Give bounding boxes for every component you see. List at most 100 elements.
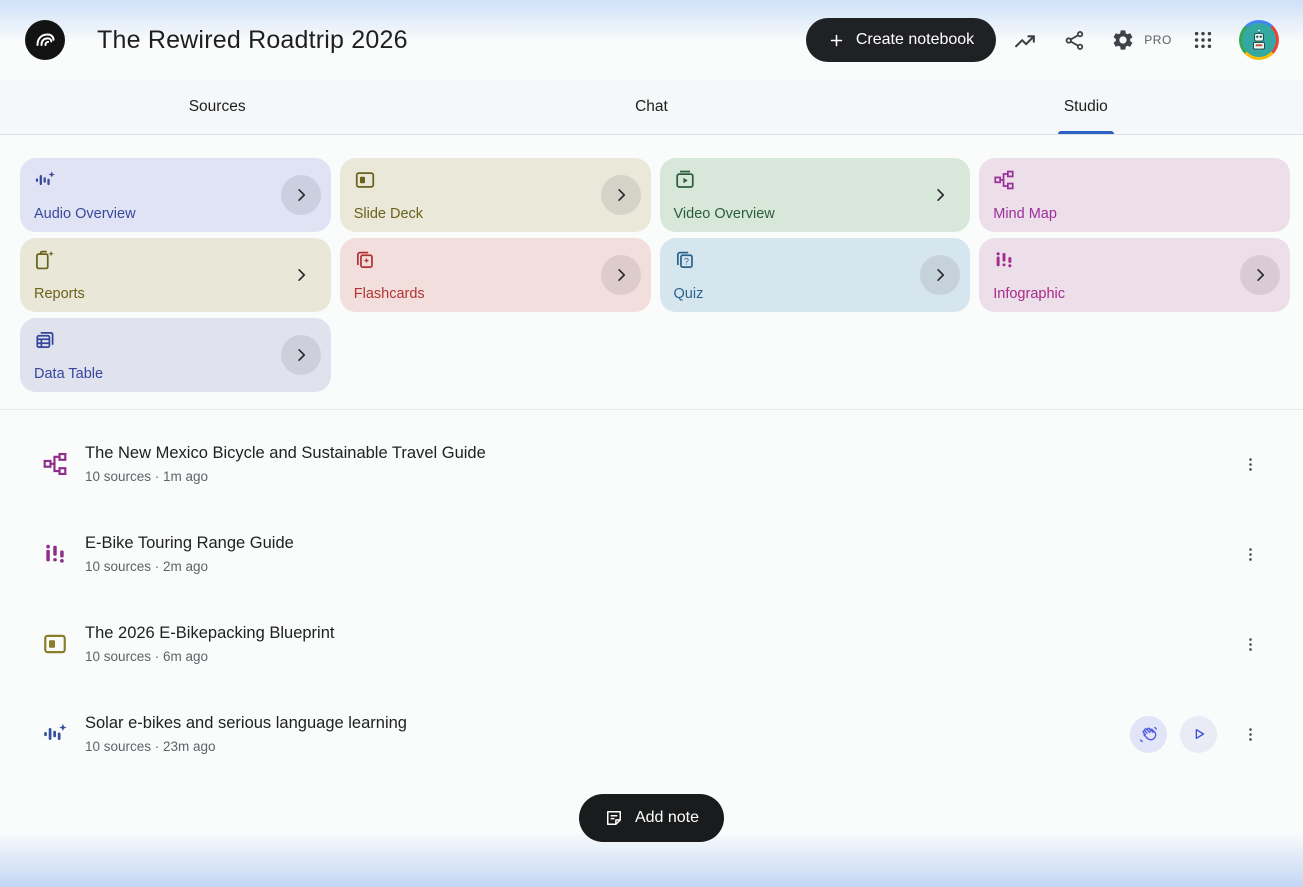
- logo-arcs-icon: [33, 28, 57, 52]
- analytics-button[interactable]: [1005, 20, 1045, 60]
- interactive-mode-button[interactable]: [1130, 716, 1167, 753]
- app-header: The Rewired Roadtrip 2026 Create noteboo…: [0, 0, 1303, 80]
- tool-label: Data Table: [34, 366, 317, 382]
- tab-sources[interactable]: Sources: [0, 80, 434, 134]
- open-tool-chevron[interactable]: [281, 175, 321, 215]
- chevron-right-icon: [930, 265, 950, 285]
- more-options-button[interactable]: [1235, 719, 1265, 749]
- artifact-text: The New Mexico Bicycle and Sustainable T…: [85, 444, 486, 484]
- artifact-title: Solar e-bikes and serious language learn…: [85, 714, 407, 733]
- data-table-icon: [34, 329, 56, 351]
- pro-badge: PRO: [1144, 33, 1172, 47]
- artifact-meta: 10 sources · 23m ago: [85, 739, 407, 754]
- tab-sources-label: Sources: [189, 98, 246, 116]
- chevron-right-icon: [291, 265, 311, 285]
- notebook-title[interactable]: The Rewired Roadtrip 2026: [97, 26, 408, 55]
- artifact-list: The New Mexico Bicycle and Sustainable T…: [0, 410, 1303, 779]
- tool-label: Slide Deck: [354, 206, 637, 222]
- open-tool-chevron[interactable]: [601, 255, 641, 295]
- tool-label: Video Overview: [674, 206, 957, 222]
- tool-card-audio-overview[interactable]: Audio Overview: [20, 158, 331, 232]
- video-overview-icon: [674, 169, 696, 191]
- artifact-actions: [1230, 539, 1265, 569]
- share-button[interactable]: [1054, 20, 1094, 60]
- artifact-row-mind-map[interactable]: The New Mexico Bicycle and Sustainable T…: [0, 419, 1303, 509]
- open-tool-chevron[interactable]: [281, 335, 321, 375]
- slide-deck-icon: [42, 631, 68, 657]
- tool-card-reports[interactable]: Reports: [20, 238, 331, 312]
- artifact-text: Solar e-bikes and serious language learn…: [85, 714, 407, 754]
- artifact-meta: 10 sources · 1m ago: [85, 469, 486, 484]
- notebooklm-logo[interactable]: [25, 20, 65, 60]
- quiz-icon: ?: [674, 249, 696, 271]
- chevron-right-icon: [291, 345, 311, 365]
- panel-tabs: Sources Chat Studio: [0, 80, 1303, 135]
- tab-studio[interactable]: Studio: [869, 80, 1303, 134]
- play-button[interactable]: [1180, 716, 1217, 753]
- artifact-row-slide-deck[interactable]: The 2026 E-Bikepacking Blueprint 10 sour…: [0, 599, 1303, 689]
- chevron-right-icon: [611, 265, 631, 285]
- infographic-icon: [993, 249, 1015, 271]
- open-tool-chevron[interactable]: [920, 255, 960, 295]
- tool-card-quiz[interactable]: ? Quiz: [660, 238, 971, 312]
- open-tool-chevron[interactable]: [281, 255, 321, 295]
- mind-map-icon: [42, 451, 68, 477]
- tab-studio-label: Studio: [1064, 98, 1108, 116]
- artifact-row-infographic[interactable]: E-Bike Touring Range Guide 10 sources · …: [0, 509, 1303, 599]
- kebab-menu-icon: [1242, 636, 1259, 653]
- kebab-menu-icon: [1242, 456, 1259, 473]
- reports-icon: [34, 249, 56, 271]
- share-icon: [1063, 29, 1086, 52]
- artifact-title: The 2026 E-Bikepacking Blueprint: [85, 624, 334, 643]
- open-tool-chevron[interactable]: [1240, 255, 1280, 295]
- apps-grid-icon: [1192, 29, 1214, 51]
- kebab-menu-icon: [1242, 726, 1259, 743]
- tab-chat[interactable]: Chat: [434, 80, 868, 134]
- audio-overview-icon: [34, 169, 56, 191]
- artifact-meta: 10 sources · 6m ago: [85, 649, 334, 664]
- tool-label: Reports: [34, 286, 317, 302]
- account-avatar[interactable]: [1239, 20, 1279, 60]
- chevron-right-icon: [1250, 265, 1270, 285]
- tool-label: Mind Map: [993, 206, 1276, 222]
- kebab-menu-icon: [1242, 546, 1259, 563]
- settings-gear-icon: [1111, 28, 1135, 52]
- plus-icon: [828, 32, 845, 49]
- open-tool-chevron[interactable]: [601, 175, 641, 215]
- create-notebook-label: Create notebook: [856, 31, 974, 49]
- artifact-text: The 2026 E-Bikepacking Blueprint 10 sour…: [85, 624, 334, 664]
- tool-card-slide-deck[interactable]: Slide Deck: [340, 158, 651, 232]
- more-options-button[interactable]: [1235, 449, 1265, 479]
- tool-card-mind-map[interactable]: Mind Map: [979, 158, 1290, 232]
- tool-card-flashcards[interactable]: Flashcards: [340, 238, 651, 312]
- mind-map-icon: [993, 169, 1015, 191]
- chevron-right-icon: [930, 185, 950, 205]
- flashcards-icon: [354, 249, 376, 271]
- play-icon: [1190, 725, 1208, 743]
- settings-button[interactable]: [1103, 20, 1143, 60]
- add-note-button[interactable]: Add note: [579, 794, 724, 842]
- create-notebook-button[interactable]: Create notebook: [806, 18, 996, 62]
- active-tab-indicator: [1058, 131, 1114, 134]
- waving-hand-icon: [1139, 725, 1158, 744]
- tool-label: Infographic: [993, 286, 1276, 302]
- note-icon: [604, 808, 624, 828]
- chevron-right-icon: [291, 185, 311, 205]
- tool-card-data-table[interactable]: Data Table: [20, 318, 331, 392]
- add-note-container: Add note: [0, 794, 1303, 842]
- artifact-title: E-Bike Touring Range Guide: [85, 534, 294, 553]
- artifact-row-audio-overview[interactable]: Solar e-bikes and serious language learn…: [0, 689, 1303, 779]
- open-tool-chevron[interactable]: [920, 175, 960, 215]
- slide-deck-icon: [354, 169, 376, 191]
- artifact-actions: [1130, 716, 1265, 753]
- more-options-button[interactable]: [1235, 629, 1265, 659]
- tool-card-infographic[interactable]: Infographic: [979, 238, 1290, 312]
- artifact-title: The New Mexico Bicycle and Sustainable T…: [85, 444, 486, 463]
- tool-card-video-overview[interactable]: Video Overview: [660, 158, 971, 232]
- header-actions: Create notebook PRO: [806, 18, 1279, 62]
- svg-text:?: ?: [683, 256, 688, 266]
- apps-menu-button[interactable]: [1183, 20, 1223, 60]
- more-options-button[interactable]: [1235, 539, 1265, 569]
- trending-up-icon: [1013, 28, 1038, 53]
- add-note-label: Add note: [635, 809, 699, 827]
